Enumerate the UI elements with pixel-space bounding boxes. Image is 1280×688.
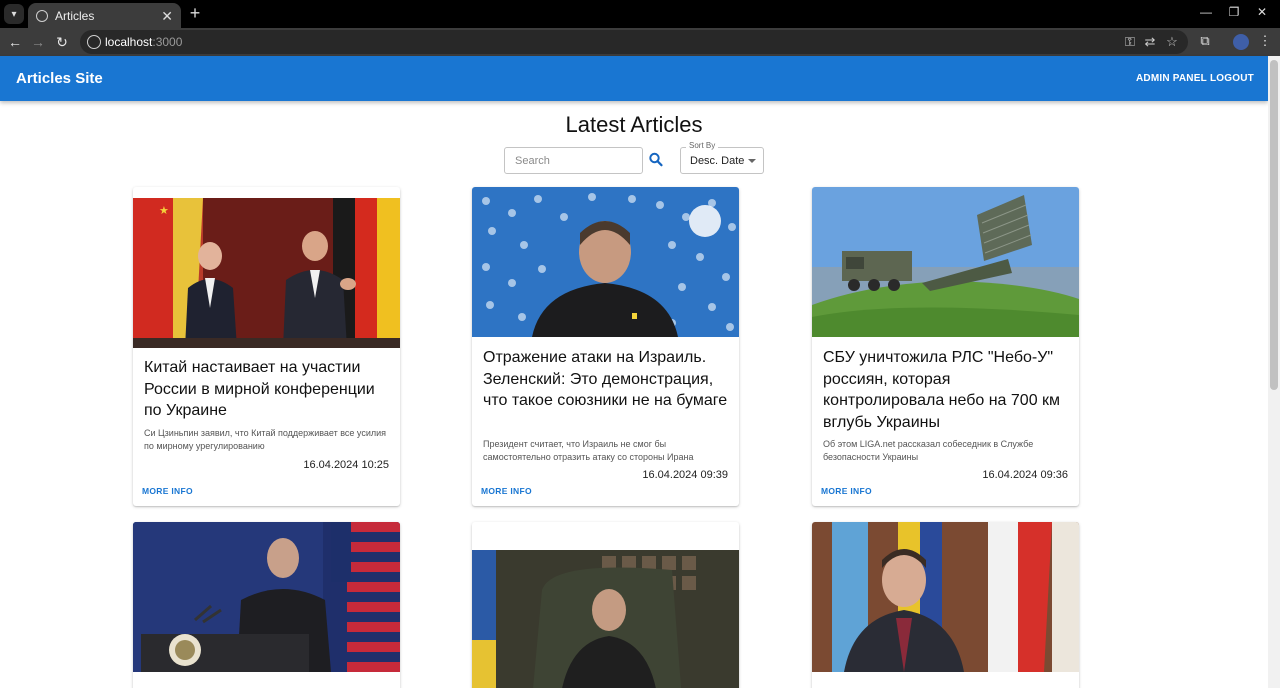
password-key-icon[interactable]: ⚿ [1122, 34, 1138, 50]
back-icon[interactable]: ← [6, 33, 24, 51]
page-title: Latest Articles [565, 112, 703, 137]
translate-icon[interactable]: ⇄ [1142, 34, 1158, 50]
restore-icon[interactable]: ❐ [1226, 5, 1242, 19]
site-brand[interactable]: Articles Site [16, 70, 103, 87]
article-image[interactable] [472, 550, 739, 688]
article-image[interactable] [472, 187, 739, 337]
article-card [812, 522, 1079, 688]
article-title: Отражение атаки на Израиль. Зеленский: Э… [483, 349, 728, 409]
close-icon[interactable]: ✕ [161, 9, 173, 23]
url-text: localhost:3000 [105, 35, 183, 49]
logout-button[interactable]: LOGOUT [1210, 73, 1254, 84]
app-bar: Articles Site ADMIN PANEL LOGOUT [0, 56, 1268, 101]
article-image[interactable] [812, 187, 1079, 337]
article-title: Китай настаивает на участии России в мир… [144, 359, 375, 419]
bookmark-star-icon[interactable]: ☆ [1164, 34, 1180, 50]
site-info-icon[interactable] [87, 35, 101, 49]
tab-search-button[interactable]: ▾ [4, 4, 24, 24]
page-scrollbar[interactable] [1268, 56, 1280, 688]
search-icon [649, 152, 663, 167]
search-placeholder: Search [515, 155, 550, 167]
article-date: 16.04.2024 09:39 [642, 469, 728, 481]
article-image[interactable] [812, 522, 1079, 672]
extensions-icon[interactable]: ⧉ [1196, 33, 1214, 49]
article-image[interactable]: ★ [133, 198, 400, 348]
browser-tabstrip: ▾ Articles ✕ + — ❐ ✕ [0, 0, 1280, 28]
chevron-down-icon [748, 159, 756, 163]
article-title: СБУ уничтожила РЛС "Небо-У" россиян, кот… [823, 349, 1061, 431]
admin-panel-button[interactable]: ADMIN PANEL [1136, 73, 1207, 84]
article-description: Об этом LIGA.net рассказал собеседник в … [823, 439, 1034, 462]
browser-toolbar: ← → ↻ localhost:3000 ⚿ ⇄ ☆ ⧉ ⋮ [0, 28, 1280, 56]
new-tab-button[interactable]: + [186, 4, 204, 22]
article-description: Си Цзиньпин заявил, что Китай поддержива… [144, 428, 386, 451]
svg-text:★: ★ [159, 205, 169, 217]
browser-tab[interactable]: Articles ✕ [28, 3, 181, 28]
sort-value: Desc. Date [690, 155, 745, 167]
article-image[interactable] [133, 522, 400, 672]
article-description: Президент считает, что Израиль не смог б… [483, 439, 694, 462]
article-date: 16.04.2024 09:36 [982, 469, 1068, 481]
minimize-icon[interactable]: — [1198, 5, 1214, 19]
article-date: 16.04.2024 10:25 [303, 459, 389, 471]
article-card: ★ Китай настаивает на участии России в м… [133, 187, 400, 506]
address-bar[interactable]: localhost:3000 ⚿ ⇄ ☆ [80, 30, 1188, 54]
window-close-icon[interactable]: ✕ [1254, 5, 1270, 19]
article-card: Отражение атаки на Израиль. Зеленский: Э… [472, 187, 739, 506]
more-info-button[interactable]: MORE INFO [821, 486, 872, 496]
sort-label: Sort By [686, 141, 719, 150]
article-card: СБУ уничтожила РЛС "Небо-У" россиян, кот… [812, 187, 1079, 506]
reload-icon[interactable]: ↻ [53, 33, 71, 51]
search-input[interactable]: Search [504, 147, 643, 174]
sort-select[interactable]: Desc. Date [680, 147, 764, 174]
profile-avatar[interactable] [1233, 34, 1249, 50]
article-card [133, 522, 400, 688]
tab-title: Articles [55, 8, 95, 23]
more-info-button[interactable]: MORE INFO [481, 486, 532, 496]
more-info-button[interactable]: MORE INFO [142, 486, 193, 496]
scrollbar-thumb[interactable] [1270, 60, 1278, 390]
globe-icon [36, 9, 48, 22]
article-card [472, 522, 739, 688]
browser-menu-icon[interactable]: ⋮ [1256, 33, 1274, 49]
forward-icon[interactable]: → [29, 33, 47, 51]
search-button[interactable] [648, 151, 664, 169]
